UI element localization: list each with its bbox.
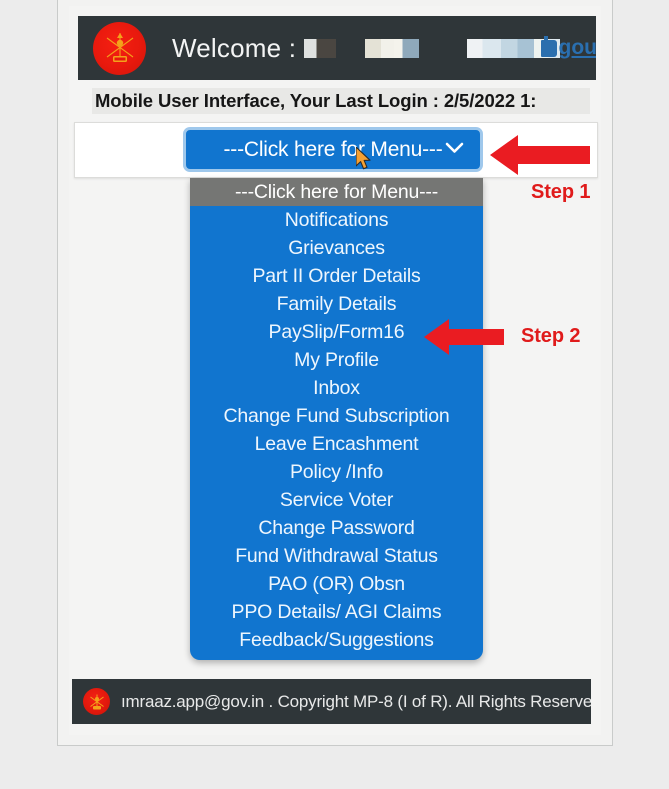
- redacted-name-block: [501, 38, 535, 58]
- menu-option-part-ii-order-details[interactable]: Part II Order Details: [190, 262, 483, 290]
- site-header: Welcome : gout: [78, 16, 596, 80]
- menu-option-feedback-suggestions[interactable]: Feedback/Suggestions: [190, 626, 483, 654]
- logout-label: gout: [558, 36, 596, 59]
- step2-label: Step 2: [521, 325, 581, 347]
- menu-select-button[interactable]: ---Click here for Menu---: [183, 127, 483, 172]
- screenshot-root: Welcome : gout Mobile User Interface, Yo…: [0, 0, 669, 789]
- menu-select-value: ---Click here for Menu---: [223, 137, 443, 161]
- last-login-bar: Mobile User Interface, Your Last Login :…: [92, 88, 590, 114]
- redacted-name-block: [327, 38, 350, 58]
- menu-option-service-voter[interactable]: Service Voter: [190, 486, 483, 514]
- footer-copyright-text: ımraaz.app@gov.in . Copyright MP-8 (I of…: [121, 691, 591, 711]
- redacted-name-block: [467, 38, 502, 58]
- redacted-name-block: [365, 38, 395, 58]
- redacted-name-block: [394, 38, 420, 58]
- chevron-down-icon: [445, 141, 464, 159]
- menu-option-pao-or-obsn[interactable]: PAO (OR) Obsn: [190, 570, 483, 598]
- redacted-name-block: [304, 38, 328, 58]
- step1-label: Step 1: [531, 181, 591, 203]
- site-footer: ımraaz.app@gov.in . Copyright MP-8 (I of…: [72, 679, 591, 724]
- logout-icon: [540, 35, 557, 57]
- menu-option-grievances[interactable]: Grievances: [190, 234, 483, 262]
- menu-option-click-here-for-menu[interactable]: ---Click here for Menu---: [190, 178, 483, 206]
- menu-option-change-password[interactable]: Change Password: [190, 514, 483, 542]
- menu-option-notifications[interactable]: Notifications: [190, 206, 483, 234]
- army-crest-logo: [93, 21, 146, 75]
- menu-option-list[interactable]: ---Click here for Menu--- Notifications Gr…: [190, 178, 483, 660]
- menu-option-inbox[interactable]: Inbox: [190, 374, 483, 402]
- menu-option-family-details[interactable]: Family Details: [190, 290, 483, 318]
- menu-option-my-profile[interactable]: My Profile: [190, 346, 483, 374]
- menu-option-policy-info[interactable]: Policy /Info: [190, 458, 483, 486]
- logout-link[interactable]: gout: [540, 35, 596, 60]
- menu-option-leave-encashment[interactable]: Leave Encashment: [190, 430, 483, 458]
- army-crest-logo-small: [83, 688, 110, 715]
- menu-option-ppo-details-agi-claims[interactable]: PPO Details/ AGI Claims: [190, 598, 483, 626]
- menu-option-fund-withdrawal-status[interactable]: Fund Withdrawal Status: [190, 542, 483, 570]
- welcome-label: Welcome :: [172, 32, 297, 63]
- menu-option-change-fund-subscription[interactable]: Change Fund Subscription: [190, 402, 483, 430]
- last-login-text: Mobile User Interface, Your Last Login :…: [95, 90, 537, 111]
- menu-option-payslip-form16[interactable]: PaySlip/Form16: [190, 318, 483, 346]
